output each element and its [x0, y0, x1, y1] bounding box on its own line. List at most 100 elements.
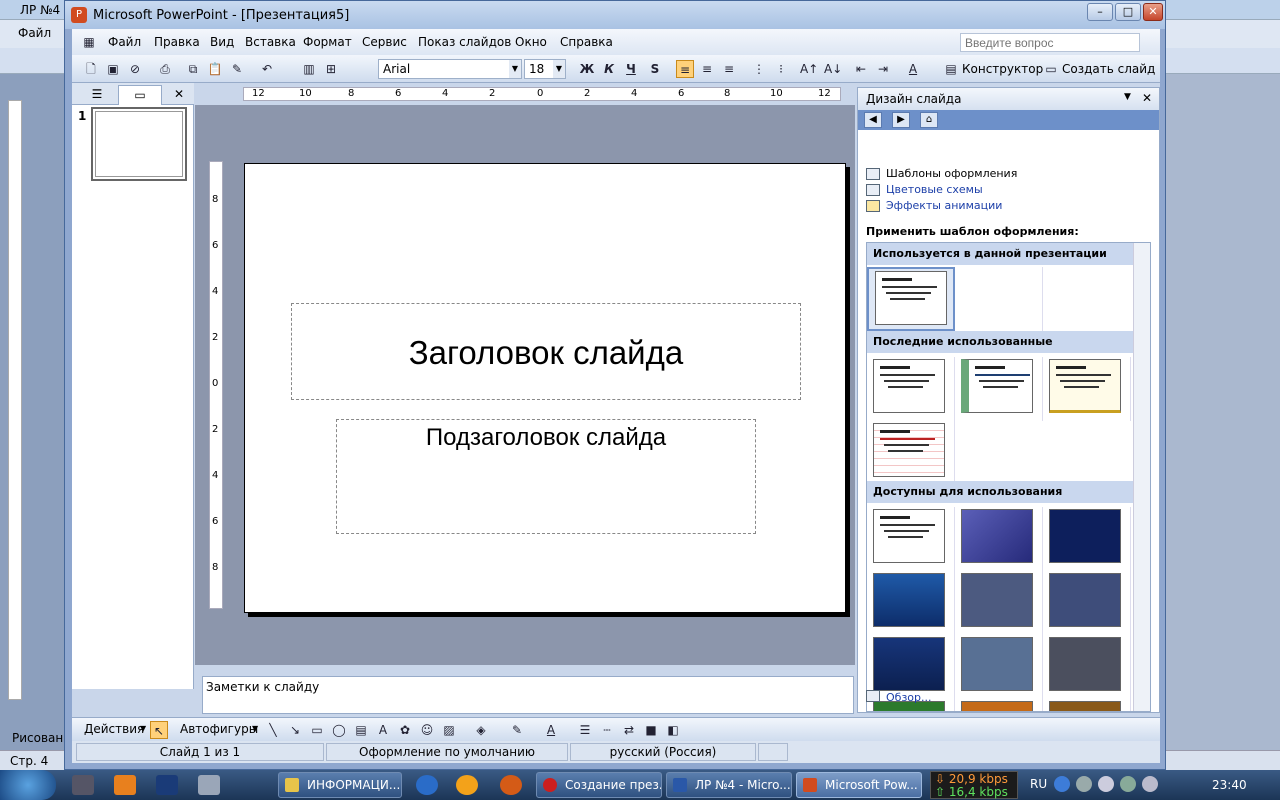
new-slide-icon[interactable]: ▭ — [1042, 60, 1060, 78]
menu-edit[interactable]: Правка — [154, 35, 200, 49]
diagram-icon[interactable]: ✿ — [396, 721, 414, 739]
chart-icon[interactable]: ▥ — [300, 60, 318, 78]
oval-icon[interactable]: ◯ — [330, 721, 348, 739]
menu-view[interactable]: Вид — [210, 35, 234, 49]
shadow-style-icon[interactable]: ■ — [642, 721, 660, 739]
line-icon[interactable]: ╲ — [264, 721, 282, 739]
shadow-button[interactable]: S — [646, 60, 664, 78]
dash-style-icon[interactable]: ┄ — [598, 721, 616, 739]
save-icon[interactable]: ▣ — [104, 60, 122, 78]
template-thumb[interactable] — [867, 507, 955, 571]
new-icon[interactable]: 🗋 — [82, 60, 100, 78]
app-orange-icon[interactable] — [114, 775, 136, 795]
menu-file[interactable]: Файл — [108, 35, 141, 49]
template-thumb[interactable] — [867, 635, 955, 699]
language-indicator[interactable]: RU — [1030, 777, 1047, 791]
flag-tray-icon[interactable] — [1098, 776, 1114, 792]
new-slide-button[interactable]: Создать слайд — [1062, 62, 1155, 76]
template-thumb[interactable] — [1043, 507, 1131, 571]
start-button[interactable] — [0, 770, 56, 800]
fill-color-icon[interactable]: ◈ — [472, 721, 490, 739]
pane-close-icon[interactable]: ✕ — [170, 85, 188, 105]
template-thumb[interactable] — [955, 507, 1043, 571]
decrease-font-icon[interactable]: A↓ — [824, 60, 842, 78]
back-icon[interactable]: ◀ — [864, 112, 882, 128]
line-style-icon[interactable]: ☰ — [576, 721, 594, 739]
font-select[interactable]: Arial ▼ — [378, 59, 522, 79]
copy-icon[interactable]: ⧉ — [184, 60, 202, 78]
decrease-indent-icon[interactable]: ⇤ — [852, 60, 870, 78]
template-thumb[interactable] — [867, 421, 955, 485]
template-thumb[interactable] — [1043, 357, 1131, 421]
template-thumb[interactable] — [1043, 699, 1131, 711]
background-menu-file[interactable]: Файл — [18, 26, 51, 40]
numbering-icon[interactable]: ⋮ — [750, 60, 768, 78]
help-tray-icon[interactable] — [1054, 776, 1070, 792]
template-thumb[interactable] — [955, 571, 1043, 635]
photoshop-icon[interactable] — [156, 775, 178, 795]
wordart-icon[interactable]: A — [374, 721, 392, 739]
bold-button[interactable]: Ж — [578, 60, 596, 78]
calculator-icon[interactable] — [198, 775, 220, 795]
animation-effects-link[interactable]: Эффекты анимации — [886, 199, 1002, 212]
underline-button[interactable]: Ч — [622, 60, 640, 78]
textbox-icon[interactable]: ▤ — [352, 721, 370, 739]
font-dropdown-icon[interactable]: ▼ — [509, 60, 521, 78]
template-thumb[interactable] — [955, 699, 1043, 711]
taskbar-item-powerpoint[interactable]: Microsoft Pow... — [796, 772, 922, 798]
subtitle-placeholder[interactable]: Подзаголовок слайда — [336, 419, 756, 534]
template-thumb[interactable] — [867, 571, 955, 635]
network-tray-icon[interactable] — [1120, 776, 1136, 792]
slides-tab-icon[interactable]: ▭ — [118, 85, 162, 105]
color-schemes-link[interactable]: Цветовые схемы — [886, 183, 983, 196]
taskbar-item-opera[interactable]: Создание през... — [536, 772, 662, 798]
mail-icon[interactable] — [456, 775, 478, 795]
menu-slideshow[interactable]: Показ слайдов — [418, 35, 511, 49]
taskbar-item-word[interactable]: ЛР №4 - Micro... — [666, 772, 792, 798]
slide-thumbnail[interactable] — [91, 107, 187, 181]
template-thumb[interactable] — [1043, 635, 1131, 699]
permission-icon[interactable]: ⊘ — [126, 60, 144, 78]
align-center-icon[interactable]: ≡ — [698, 60, 716, 78]
task-pane-menu-icon[interactable]: ▼ — [1124, 92, 1131, 102]
document-icon[interactable]: ▦ — [80, 33, 98, 51]
table-icon[interactable]: ⊞ — [322, 60, 340, 78]
question-input[interactable] — [960, 33, 1140, 52]
rectangle-icon[interactable]: ▭ — [308, 721, 326, 739]
template-thumb[interactable] — [867, 267, 955, 331]
autoshapes-menu[interactable]: Автофигуры — [180, 722, 258, 736]
designer-button[interactable]: Конструктор — [962, 62, 1043, 76]
italic-button[interactable]: К — [600, 60, 618, 78]
template-thumb[interactable] — [955, 357, 1043, 421]
font-size-select[interactable]: 18 ▼ — [524, 59, 566, 79]
maximize-button[interactable]: □ — [1115, 3, 1141, 21]
print-icon[interactable]: ⎙ — [156, 60, 174, 78]
firefox-icon[interactable] — [500, 775, 522, 795]
3d-style-icon[interactable]: ◧ — [664, 721, 682, 739]
autoshapes-dropdown-icon[interactable]: ▼ — [252, 724, 258, 733]
notes-pane[interactable]: Заметки к слайду — [202, 676, 854, 714]
increase-indent-icon[interactable]: ⇥ — [874, 60, 892, 78]
undo-icon[interactable]: ↶ — [258, 60, 276, 78]
picture-icon[interactable]: ▨ — [440, 721, 458, 739]
ie-icon[interactable] — [416, 775, 438, 795]
templates-link[interactable]: Шаблоны оформления — [886, 167, 1017, 180]
tray-icon[interactable] — [1076, 776, 1092, 792]
font-color-icon[interactable]: A — [904, 60, 922, 78]
align-right-icon[interactable]: ≡ — [720, 60, 738, 78]
line-color-icon[interactable]: ✎ — [508, 721, 526, 739]
arrow-style-icon[interactable]: ⇄ — [620, 721, 638, 739]
gallery-scrollbar[interactable] — [1133, 243, 1150, 711]
background-drawing-label[interactable]: Рисован — [12, 731, 63, 745]
increase-font-icon[interactable]: A↑ — [800, 60, 818, 78]
outline-tab-icon[interactable]: ☰ — [80, 85, 114, 105]
size-dropdown-icon[interactable]: ▼ — [553, 60, 565, 78]
actions-dropdown-icon[interactable]: ▼ — [140, 724, 146, 733]
template-thumb[interactable] — [867, 357, 955, 421]
clock[interactable]: 23:40 — [1212, 778, 1247, 792]
forward-icon[interactable]: ▶ — [892, 112, 910, 128]
arrow-icon[interactable]: ↘ — [286, 721, 304, 739]
menu-help[interactable]: Справка — [560, 35, 613, 49]
menu-tools[interactable]: Сервис — [362, 35, 407, 49]
text-color-icon[interactable]: A — [542, 721, 560, 739]
